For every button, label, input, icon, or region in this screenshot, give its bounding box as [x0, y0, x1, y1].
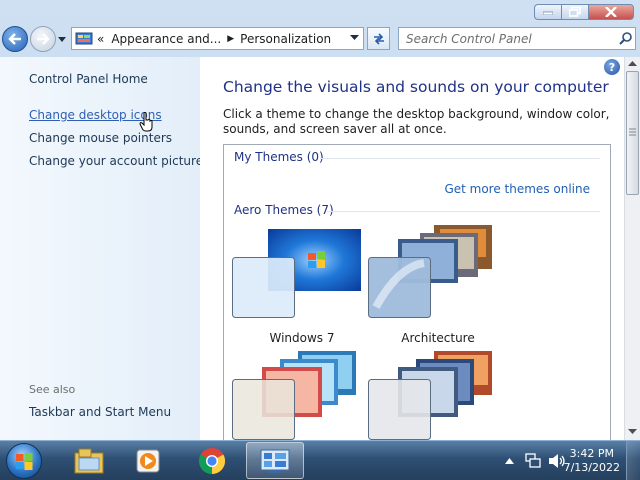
theme-list: My Themes (0) Get more themes online Aer…	[223, 144, 611, 454]
caption-buttons	[534, 4, 634, 20]
address-dropdown-icon[interactable]	[350, 35, 359, 41]
page-description: Click a theme to change the desktop back…	[223, 107, 610, 136]
taskbar: 3:42 PM 7/13/2022	[0, 440, 640, 480]
theme-windows-7[interactable]: Windows 7	[232, 229, 372, 349]
taskbar-explorer-button[interactable]	[60, 442, 118, 479]
show-hidden-icons-icon[interactable]	[505, 458, 514, 464]
group-divider	[320, 158, 600, 159]
theme-name: Architecture	[401, 331, 475, 345]
network-icon[interactable]	[525, 453, 541, 469]
breadcrumb-overflow[interactable]: «	[97, 32, 104, 46]
vertical-scrollbar[interactable]	[624, 57, 640, 440]
clock-time: 3:42 PM	[569, 447, 614, 460]
control-panel-icon	[260, 449, 290, 473]
chrome-icon	[198, 447, 226, 474]
theme-color-swatch	[368, 379, 431, 440]
windows-logo-icon	[16, 453, 33, 470]
theme-architecture[interactable]: Architecture	[368, 225, 508, 349]
forward-button[interactable]	[30, 26, 56, 52]
help-icon[interactable]: ?	[604, 59, 620, 75]
navigation-bar: « Appearance and... ▶ Personalization	[0, 24, 640, 54]
main-content: ? Change the visuals and sounds on your …	[200, 57, 624, 454]
control-panel-icon	[75, 32, 93, 44]
close-button[interactable]	[588, 4, 634, 20]
scroll-up-icon[interactable]	[628, 61, 637, 67]
system-tray: 3:42 PM 7/13/2022	[480, 441, 640, 480]
theme-color-swatch	[368, 257, 431, 318]
see-also-header: See also	[29, 383, 76, 396]
change-mouse-pointers-link[interactable]: Change mouse pointers	[29, 131, 172, 145]
aero-themes-header[interactable]: Aero Themes (7)	[234, 203, 334, 217]
get-more-themes-link[interactable]: Get more themes online	[444, 182, 590, 196]
change-account-picture-link[interactable]: Change your account picture	[29, 154, 203, 168]
back-button[interactable]	[2, 26, 28, 52]
minimize-button[interactable]	[534, 4, 561, 20]
maximize-icon	[569, 7, 581, 17]
search-icon[interactable]	[619, 32, 632, 45]
grip-icon	[629, 128, 636, 136]
taskbar-start-menu-link[interactable]: Taskbar and Start Menu	[29, 405, 171, 419]
search-input[interactable]	[398, 27, 636, 50]
breadcrumb-separator-icon[interactable]: ▶	[227, 34, 234, 44]
breadcrumb-personalization[interactable]: Personalization	[240, 32, 331, 46]
scroll-down-icon[interactable]	[628, 429, 637, 435]
show-desktop-button[interactable]	[626, 441, 640, 480]
page-title: Change the visuals and sounds on your co…	[223, 78, 609, 96]
taskbar-chrome-button[interactable]	[183, 442, 241, 479]
theme-color-swatch	[232, 257, 295, 318]
breadcrumb-appearance[interactable]: Appearance and...	[111, 32, 221, 46]
maximize-button[interactable]	[561, 4, 588, 20]
clock-date: 7/13/2022	[563, 461, 620, 474]
explorer-icon	[74, 448, 104, 473]
hand-cursor-icon	[139, 112, 153, 132]
back-arrow-icon	[8, 33, 21, 45]
group-divider	[327, 211, 600, 212]
scrollbar-thumb[interactable]	[626, 71, 639, 195]
theme-landscapes[interactable]	[368, 351, 508, 453]
media-player-icon	[136, 449, 160, 472]
forward-arrow-icon	[37, 33, 50, 45]
theme-name: Windows 7	[269, 331, 335, 345]
taskbar-clock[interactable]: 3:42 PM 7/13/2022	[564, 447, 620, 475]
address-bar[interactable]: « Appearance and... ▶ Personalization	[71, 27, 364, 50]
close-icon	[605, 7, 617, 17]
theme-characters[interactable]	[232, 351, 372, 453]
refresh-icon	[373, 32, 384, 45]
taskbar-media-player-button[interactable]	[120, 442, 178, 479]
theme-color-swatch	[232, 379, 295, 440]
recent-pages-dropdown-icon[interactable]	[58, 35, 66, 43]
refresh-button[interactable]	[367, 27, 390, 50]
control-panel-window: « Appearance and... ▶ Personalization Co…	[0, 0, 640, 454]
start-button[interactable]	[6, 443, 42, 479]
task-pane: Control Panel Home Change desktop icons …	[0, 57, 203, 440]
control-panel-home-link[interactable]: Control Panel Home	[29, 72, 148, 86]
my-themes-header[interactable]: My Themes (0)	[234, 150, 324, 164]
minimize-icon	[543, 11, 553, 15]
taskbar-control-panel-button[interactable]	[246, 442, 304, 479]
